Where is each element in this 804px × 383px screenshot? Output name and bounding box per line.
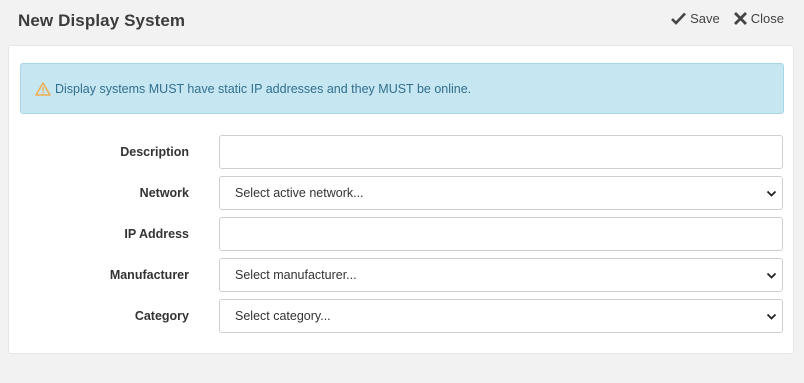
- info-alert: Display systems MUST have static IP addr…: [20, 63, 784, 114]
- manufacturer-select-value: Select manufacturer...: [235, 268, 357, 282]
- save-button[interactable]: Save: [671, 11, 720, 26]
- category-row: Category Select category...: [9, 299, 795, 333]
- category-select-value: Select category...: [235, 309, 331, 323]
- warning-icon: [35, 81, 51, 96]
- close-icon: [733, 12, 747, 25]
- network-select[interactable]: Select active network...: [219, 176, 783, 210]
- description-row: Description: [9, 135, 795, 169]
- form-panel: Display systems MUST have static IP addr…: [8, 45, 794, 354]
- ip-address-input[interactable]: [219, 217, 783, 251]
- page-header: New Display System Save Close: [0, 0, 804, 44]
- close-button[interactable]: Close: [733, 11, 784, 26]
- manufacturer-select[interactable]: Select manufacturer...: [219, 258, 783, 292]
- ip-address-label: IP Address: [124, 227, 189, 241]
- page-title: New Display System: [18, 11, 186, 30]
- network-row: Network Select active network...: [9, 176, 795, 210]
- network-label: Network: [139, 186, 189, 200]
- category-label: Category: [134, 309, 189, 323]
- description-input[interactable]: [219, 135, 783, 169]
- network-select-value: Select active network...: [235, 186, 364, 200]
- chevron-down-icon: [766, 270, 777, 284]
- description-label: Description: [120, 145, 189, 159]
- chevron-down-icon: [766, 188, 777, 202]
- close-label: Close: [750, 11, 784, 26]
- manufacturer-row: Manufacturer Select manufacturer...: [9, 258, 795, 292]
- check-icon: [671, 12, 687, 25]
- manufacturer-label: Manufacturer: [109, 268, 189, 282]
- alert-text: Display systems MUST have static IP addr…: [55, 81, 472, 96]
- save-label: Save: [690, 11, 720, 26]
- ip-address-row: IP Address: [9, 217, 795, 251]
- chevron-down-icon: [766, 311, 777, 325]
- header-actions: Save Close: [671, 11, 784, 26]
- category-select[interactable]: Select category...: [219, 299, 783, 333]
